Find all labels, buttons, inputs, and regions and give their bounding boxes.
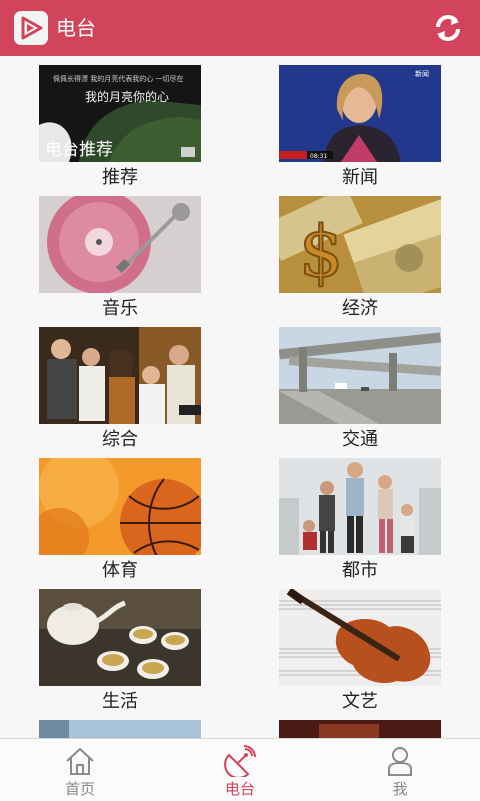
- play-logo-icon: [14, 11, 48, 45]
- category-tile[interactable]: $ 经济: [279, 196, 441, 319]
- radio-dish-icon: [224, 745, 256, 777]
- category-tile[interactable]: [279, 720, 441, 738]
- page-title: 电台: [56, 16, 96, 40]
- category-tile[interactable]: 生活: [39, 589, 201, 712]
- category-image: [279, 720, 441, 738]
- category-label: 都市: [342, 560, 378, 581]
- category-label: 交通: [342, 429, 378, 450]
- category-tile[interactable]: 体育: [39, 458, 201, 581]
- category-image: [39, 589, 201, 686]
- category-tile[interactable]: 交通: [279, 327, 441, 450]
- news-clock-text: 08:31: [310, 153, 327, 160]
- category-tile[interactable]: 音乐: [39, 196, 201, 319]
- category-label: 经济: [342, 298, 378, 319]
- svg-text:$: $: [299, 211, 344, 293]
- category-label: 体育: [102, 560, 138, 581]
- category-label: 音乐: [102, 298, 138, 319]
- category-tile[interactable]: 佩佩长得漂 我的月亮代表我的心 一切尽在 我的月亮你的心 电台推荐 推荐: [39, 65, 201, 188]
- category-image: [279, 589, 441, 686]
- category-image: [279, 327, 441, 424]
- category-image: [39, 458, 201, 555]
- category-label: 文艺: [342, 691, 378, 712]
- category-image: [39, 327, 201, 424]
- tab-label: 首页: [64, 780, 95, 798]
- category-tile[interactable]: 新闻 08:31 新闻: [279, 65, 441, 188]
- lyric-big-text: 我的月亮你的心: [85, 89, 169, 104]
- tab-home[interactable]: 首页: [0, 739, 160, 801]
- bottom-tab-bar: 首页 电台 我: [0, 738, 480, 801]
- category-label: 综合: [102, 429, 138, 450]
- category-image: [39, 196, 201, 293]
- category-image: $: [279, 196, 441, 293]
- refresh-icon[interactable]: [432, 12, 464, 44]
- category-tile[interactable]: 都市: [279, 458, 441, 581]
- lyric-small-text: 佩佩长得漂 我的月亮代表我的心 一切尽在: [53, 74, 183, 83]
- category-tile[interactable]: [39, 720, 201, 738]
- tab-me[interactable]: 我: [320, 739, 480, 801]
- category-grid[interactable]: 佩佩长得漂 我的月亮代表我的心 一切尽在 我的月亮你的心 电台推荐 推荐 新闻 …: [0, 56, 480, 738]
- category-label: 新闻: [342, 167, 378, 188]
- tab-radio[interactable]: 电台: [160, 739, 320, 801]
- category-image: 佩佩长得漂 我的月亮代表我的心 一切尽在 我的月亮你的心 电台推荐: [39, 65, 201, 162]
- category-label: 推荐: [102, 167, 138, 188]
- news-channel-text: 新闻: [415, 69, 429, 78]
- featured-badge-text: 电台推荐: [45, 140, 113, 160]
- user-icon: [388, 747, 412, 776]
- home-icon: [66, 747, 94, 775]
- category-image: [39, 720, 201, 738]
- tab-label: 我: [392, 780, 408, 798]
- category-tile[interactable]: 文艺: [279, 589, 441, 712]
- category-image: 新闻 08:31: [279, 65, 441, 162]
- tab-label: 电台: [224, 780, 255, 798]
- category-image: [279, 458, 441, 555]
- app-header: 电台: [0, 0, 480, 56]
- category-tile[interactable]: 综合: [39, 327, 201, 450]
- category-label: 生活: [102, 691, 138, 712]
